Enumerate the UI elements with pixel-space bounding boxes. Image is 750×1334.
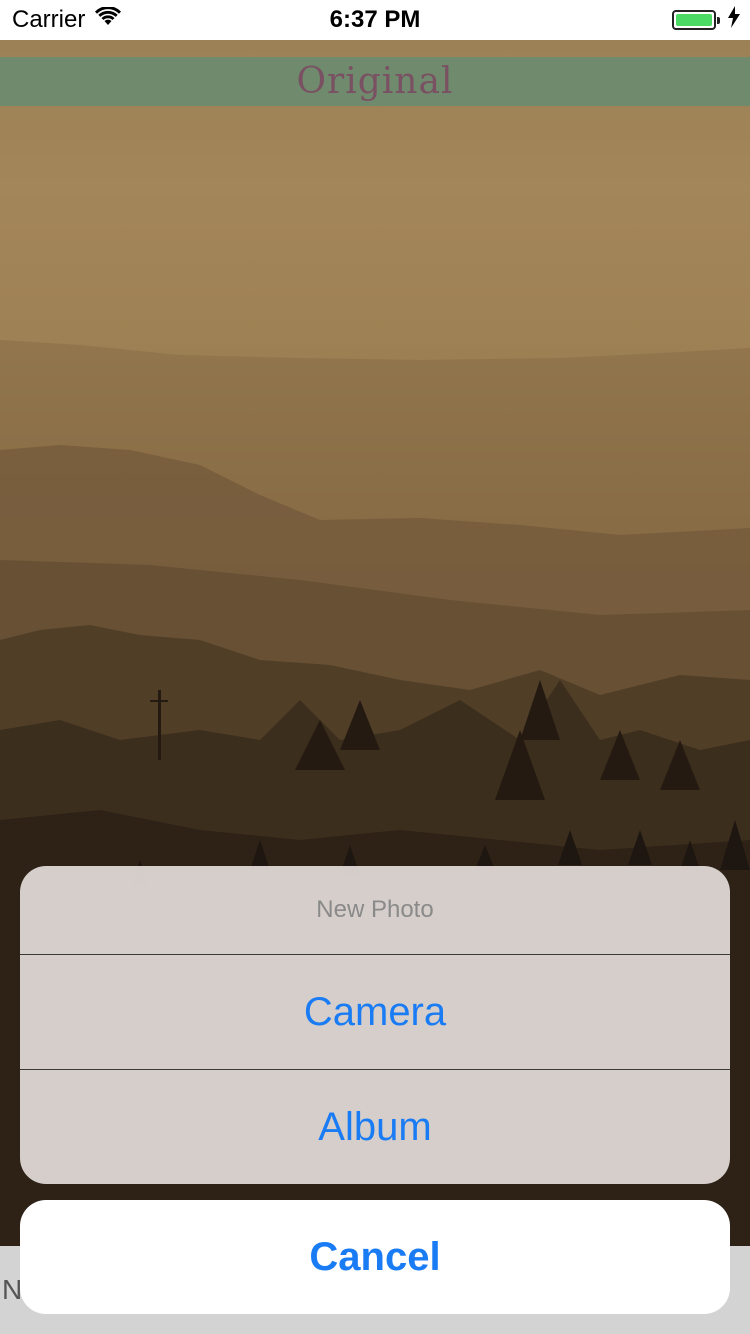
screen: Carrier 6:37 PM Original N New Photo Cam…: [0, 0, 750, 1334]
carrier-label: Carrier: [12, 6, 86, 33]
cancel-button[interactable]: Cancel: [20, 1200, 730, 1314]
title-band: Original: [0, 57, 750, 106]
status-left: Carrier: [12, 6, 122, 34]
status-right: [672, 5, 740, 35]
action-sheet-title: New Photo: [316, 896, 434, 923]
camera-button[interactable]: Camera: [20, 954, 730, 1069]
bolt-icon: [728, 5, 740, 35]
wifi-icon: [95, 6, 122, 34]
status-bar: Carrier 6:37 PM: [0, 0, 750, 40]
action-sheet: New Photo Camera Album: [20, 866, 730, 1184]
battery-level: [676, 14, 712, 26]
battery-icon: [672, 10, 720, 30]
page-title: Original: [296, 61, 454, 102]
album-button[interactable]: Album: [20, 1069, 730, 1184]
